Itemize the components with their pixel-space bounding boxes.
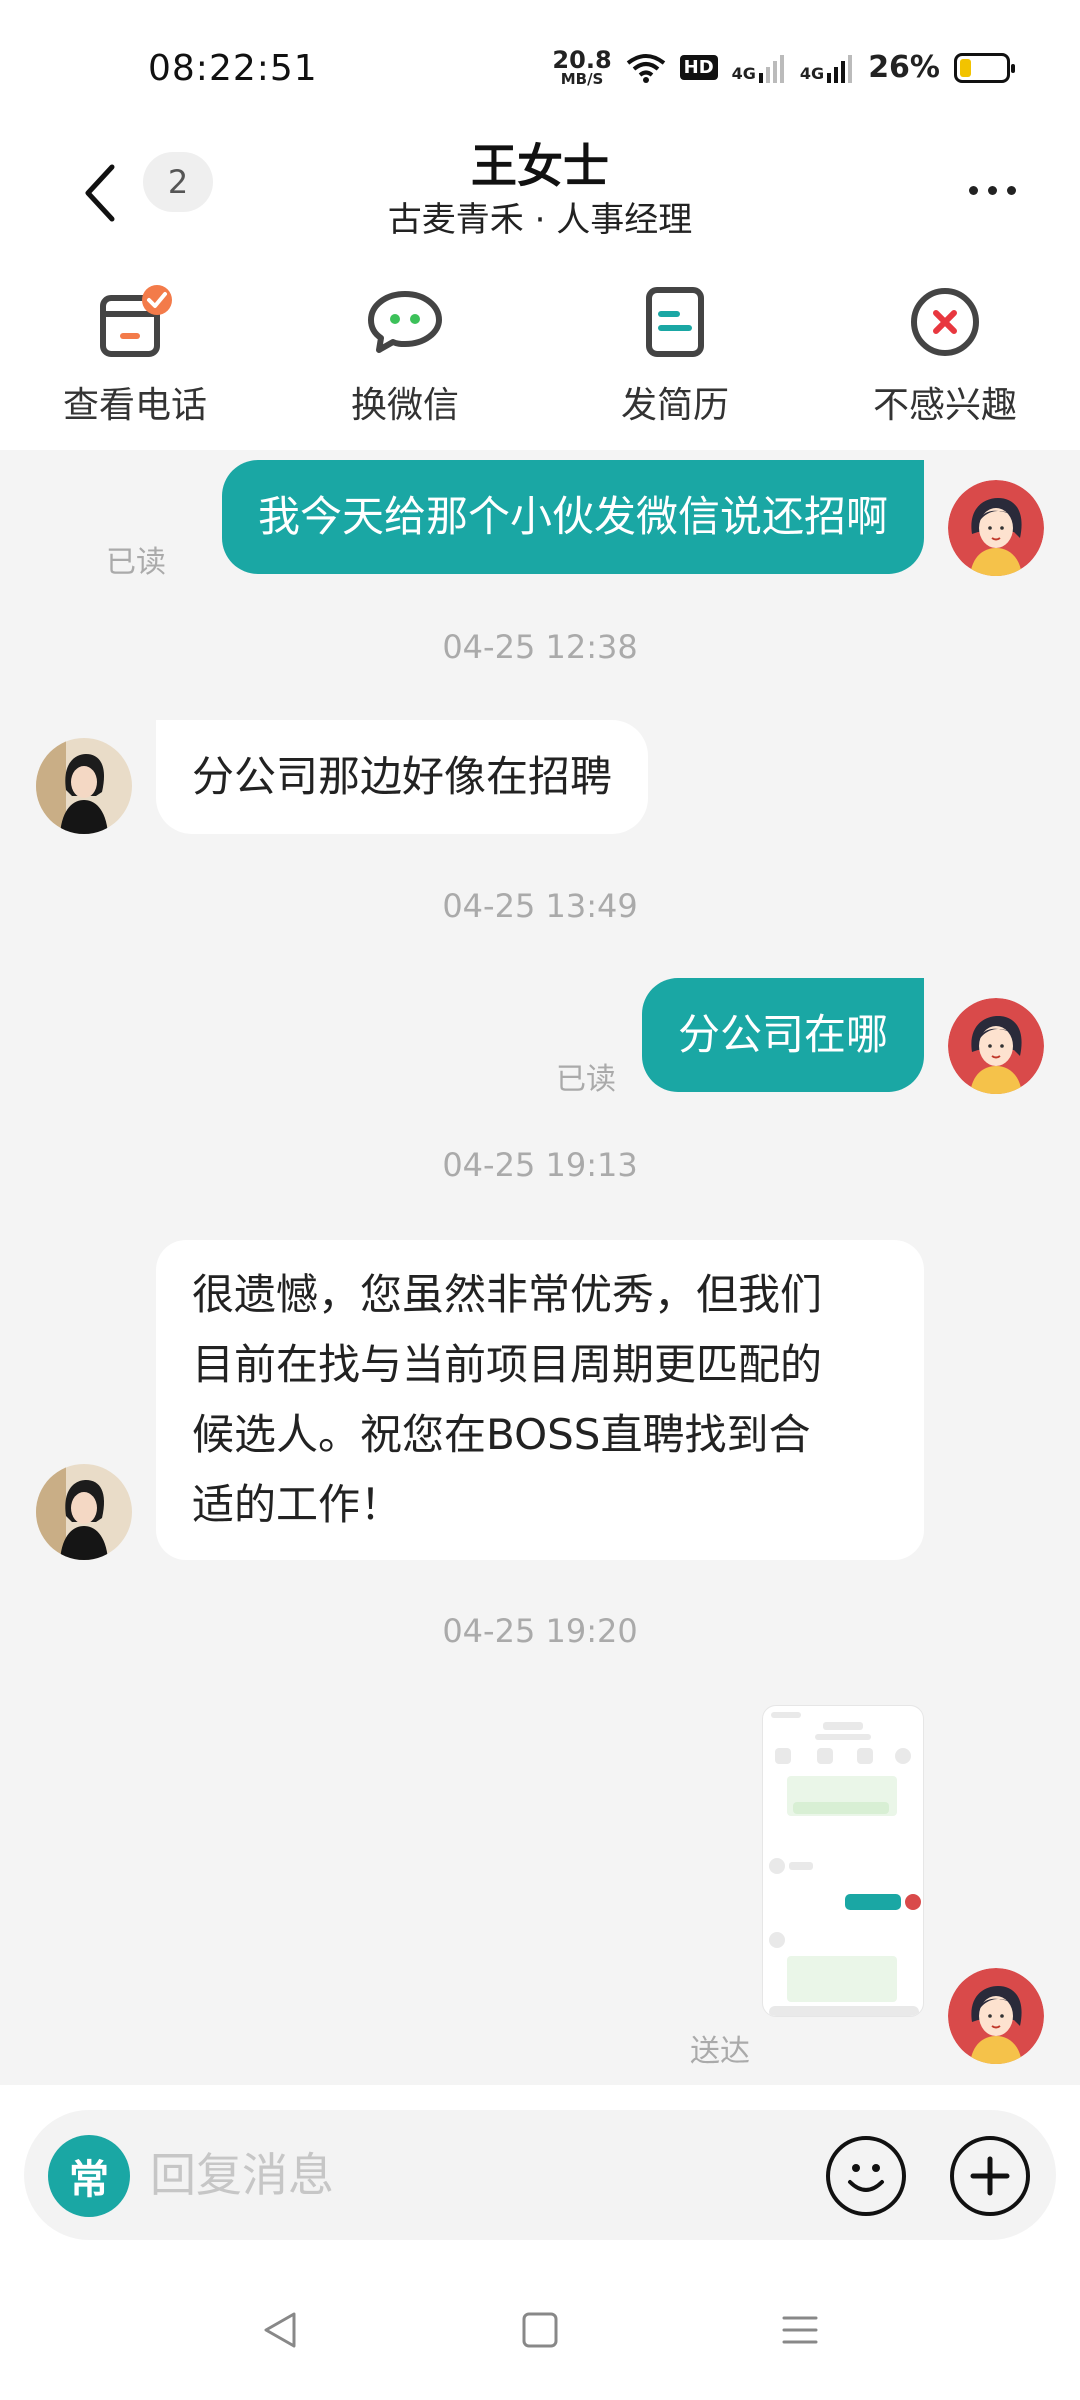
status-bar: 08:22:51 20.8 MB/S HD 4G 4G 26%: [0, 0, 1080, 130]
contact-name: 王女士: [471, 139, 609, 193]
quick-actions: 查看电话 换微信 发简历 不感兴趣: [0, 260, 1080, 450]
chat-header: 2 王女士 古麦青禾 · 人事经理: [0, 130, 1080, 255]
reply-box: 常: [24, 2110, 1056, 2240]
my-avatar[interactable]: [948, 998, 1044, 1094]
reply-input[interactable]: [150, 2140, 830, 2210]
user-avatar-icon: [948, 480, 1044, 576]
more-dot-icon: [1006, 185, 1016, 195]
wifi-icon: [626, 53, 665, 83]
status-time: 08:22:51: [148, 48, 318, 89]
nav-home-button[interactable]: [510, 2300, 570, 2360]
message-bubble-incoming[interactable]: 很遗憾，您虽然非常优秀，但我们 目前在找与当前项目周期更匹配的 候选人。祝您在B…: [156, 1240, 924, 1560]
status-indicators: 20.8 MB/S HD 4G 4G 26%: [552, 48, 1015, 87]
phone-card-icon: [95, 282, 175, 362]
read-status: 已读: [556, 1062, 616, 1097]
action-exchange-wechat[interactable]: 换微信: [270, 260, 540, 450]
menu-lines-icon: [782, 2316, 818, 2344]
more-dot-icon: [987, 185, 997, 195]
contact-company-title: 古麦青禾 · 人事经理: [387, 200, 693, 240]
action-view-phone[interactable]: 查看电话: [0, 260, 270, 450]
signal-1-label: 4G: [731, 63, 756, 83]
my-avatar[interactable]: [948, 480, 1044, 576]
action-send-resume-label: 发简历: [620, 385, 729, 426]
network-speed-value: 20.8: [552, 46, 612, 74]
network-speed: 20.8 MB/S: [552, 48, 611, 87]
message-bubble-incoming[interactable]: 分公司那边好像在招聘: [156, 720, 649, 834]
message-composer: 常: [0, 2085, 1080, 2260]
delivery-status: 送达: [690, 2034, 750, 2069]
action-exchange-wechat-label: 换微信: [350, 385, 459, 426]
plus-icon: [970, 2156, 1010, 2196]
read-status: 已读: [106, 545, 166, 580]
image-message-screenshot[interactable]: [762, 1705, 924, 2017]
message-line: 适的工作！: [192, 1480, 403, 1529]
contact-avatar[interactable]: [36, 738, 132, 834]
signal-1: 4G: [732, 53, 786, 83]
more-options-button[interactable]: [952, 170, 1032, 210]
triangle-back-icon: [264, 2312, 296, 2348]
more-dot-icon: [968, 185, 978, 195]
message-timestamp: 04-25 13:49: [442, 887, 638, 925]
common-phrases-button[interactable]: 常: [48, 2135, 130, 2217]
action-view-phone-label: 查看电话: [62, 385, 207, 426]
network-speed-unit: MB/S: [560, 70, 604, 88]
my-avatar[interactable]: [948, 1968, 1044, 2064]
action-not-interested[interactable]: 不感兴趣: [810, 260, 1080, 450]
hd-voice-icon: HD: [679, 55, 718, 80]
contact-avatar-icon: [36, 1464, 132, 1560]
contact-avatar-icon: [36, 738, 132, 834]
message-line: 候选人。祝您在BOSS直聘找到合: [192, 1410, 811, 1459]
battery-fill: [960, 58, 972, 77]
message-bubble-outgoing[interactable]: 我今天给那个小伙发微信说还招啊: [221, 460, 924, 574]
wechat-bubble-icon: [365, 282, 445, 362]
action-not-interested-label: 不感兴趣: [872, 385, 1017, 426]
battery-percent: 26%: [868, 50, 940, 85]
square-home-icon: [522, 2312, 558, 2348]
more-attachments-button[interactable]: [950, 2136, 1030, 2216]
smiley-icon: [848, 2164, 884, 2192]
nav-menu-button[interactable]: [770, 2300, 830, 2360]
resume-icon: [635, 282, 715, 362]
not-interested-icon: [905, 282, 985, 362]
signal-icon: [827, 54, 853, 83]
battery-icon: [954, 52, 1015, 83]
signal-2: 4G: [800, 53, 854, 83]
contact-avatar[interactable]: [36, 1464, 132, 1560]
emoji-button[interactable]: [826, 2136, 906, 2216]
signal-icon: [758, 54, 784, 83]
signal-2-label: 4G: [799, 63, 825, 83]
user-avatar-icon: [948, 1968, 1044, 2064]
message-timestamp: 04-25 19:20: [442, 1612, 638, 1650]
message-line: 目前在找与当前项目周期更匹配的: [192, 1340, 823, 1389]
action-send-resume[interactable]: 发简历: [540, 260, 810, 450]
message-timestamp: 04-25 12:38: [442, 628, 638, 666]
system-navigation-bar: [0, 2260, 1080, 2400]
nav-back-button[interactable]: [250, 2300, 310, 2360]
message-list[interactable]: 已读 我今天给那个小伙发微信说还招啊 04-25 12:38 分公司那边好像在招…: [0, 450, 1080, 2085]
message-timestamp: 04-25 19:13: [442, 1146, 638, 1184]
message-line: 很遗憾，您虽然非常优秀，但我们: [192, 1270, 823, 1319]
message-bubble-outgoing[interactable]: 分公司在哪: [641, 978, 924, 1092]
user-avatar-icon: [948, 998, 1044, 1094]
